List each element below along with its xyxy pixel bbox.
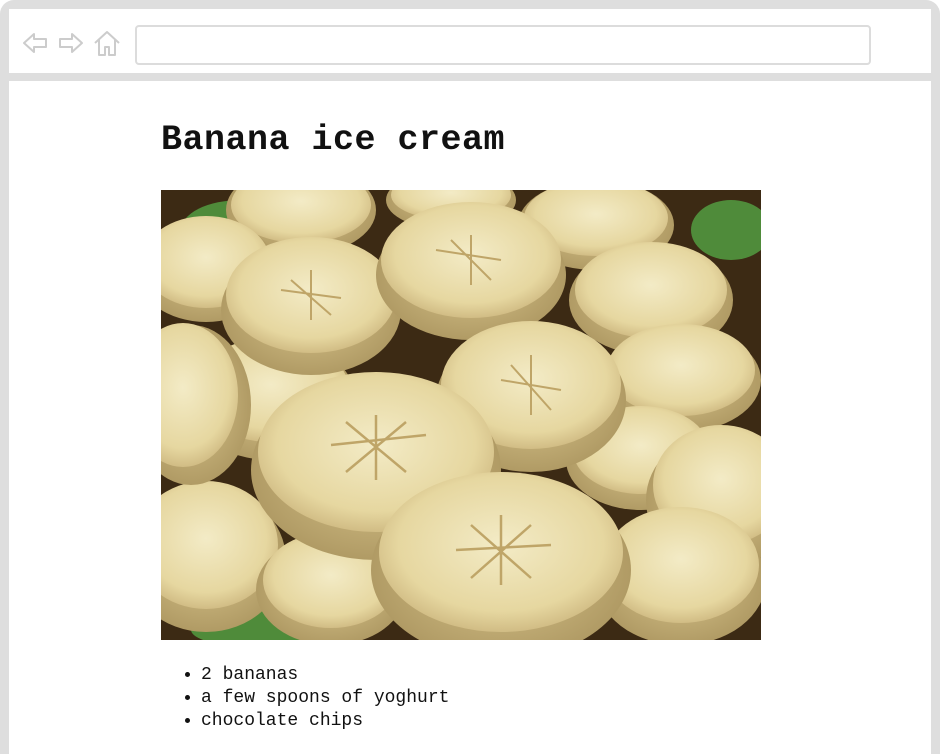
back-arrow-icon[interactable] [21, 29, 49, 57]
banana-slice [376, 202, 566, 340]
browser-toolbar [9, 9, 931, 81]
banana-slices-photo [161, 190, 761, 640]
list-item: 2 bananas [201, 664, 449, 687]
list-item: a few spoons of yoghurt [201, 687, 449, 710]
list-item: chocolate chips [201, 710, 449, 733]
address-bar[interactable] [135, 25, 871, 65]
home-icon[interactable] [93, 29, 121, 57]
forward-arrow-icon[interactable] [57, 29, 85, 57]
page-title: Banana ice cream [161, 120, 506, 160]
banana-slice [221, 237, 401, 375]
page-content: Banana ice cream • 2 bananas • a few spo… [161, 118, 781, 731]
ingredient-list: 2 bananas a few spoons of yoghurt chocol… [161, 664, 449, 733]
